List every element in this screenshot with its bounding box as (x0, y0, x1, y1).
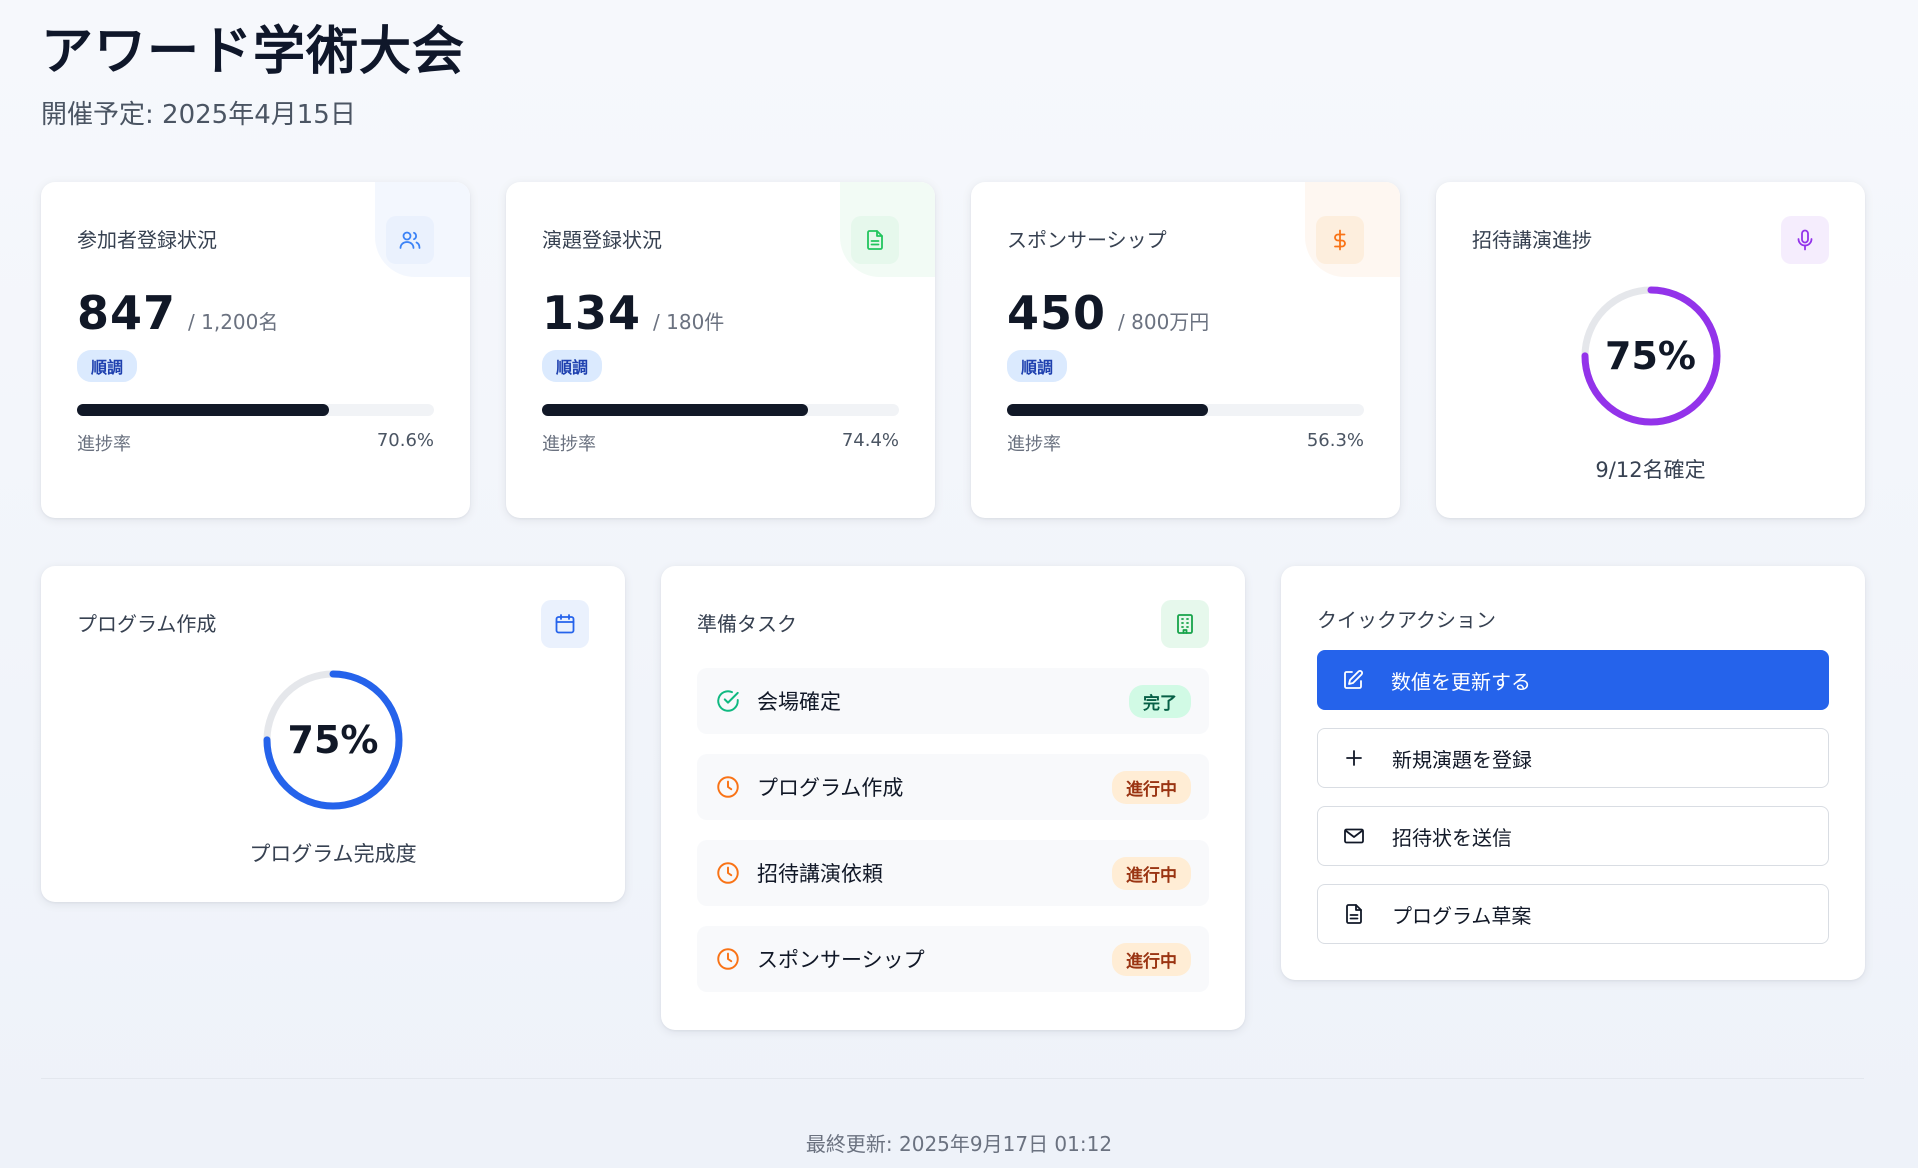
stat-value-row: 134 / 180件 (542, 286, 724, 340)
stat-total: / 180件 (653, 310, 725, 334)
progress-label: 進捗率 (542, 434, 596, 455)
participants-card: 参加者登録状況 847 / 1,200名 順調 進捗率 70.6% (41, 182, 470, 518)
stat-value: 134 (542, 286, 642, 340)
task-label: 招待講演依頼 (757, 862, 883, 886)
card-title: 招待講演進捗 (1472, 228, 1592, 252)
footer-divider (41, 1078, 1864, 1079)
update-values-button[interactable]: 数値を更新する (1317, 650, 1829, 710)
ring-percent: 75% (1605, 334, 1696, 378)
program-card: プログラム作成 75% プログラム完成度 (41, 566, 625, 902)
progress-percent: 56.3% (1306, 430, 1364, 451)
status-badge: 順調 (1007, 350, 1068, 382)
clock-icon (717, 948, 739, 970)
status-badge: 順調 (77, 350, 138, 382)
quick-actions-card: クイックアクション 数値を更新する 新規演題を登録 招待状を送信 プログラム草案 (1281, 566, 1865, 980)
calendar-icon (541, 600, 589, 648)
stat-value-row: 847 / 1,200名 (77, 286, 278, 340)
abstracts-card: 演題登録状況 134 / 180件 順調 進捗率 74.4% (506, 182, 935, 518)
stat-total: / 800万円 (1118, 310, 1210, 334)
button-label: 数値を更新する (1391, 669, 1531, 694)
page-header: アワード学術大会 開催予定: 2025年4月15日 (41, 18, 465, 131)
progress-bar-fill (77, 404, 330, 416)
progress-ring: 75% (261, 668, 405, 812)
last-updated: 最終更新: 2025年9月17日 01:12 (805, 1132, 1113, 1156)
status-badge: 完了 (1129, 684, 1191, 718)
sponsorship-card: スポンサーシップ 450 / 800万円 順調 進捗率 56.3% (971, 182, 1400, 518)
progress-percent: 70.6% (376, 430, 434, 451)
users-icon (386, 216, 434, 264)
program-progress-ring: 75% プログラム完成度 (41, 668, 625, 868)
card-title: 演題登録状況 (542, 228, 662, 252)
stat-total: / 1,200名 (188, 310, 279, 334)
status-badge: 進行中 (1112, 770, 1191, 804)
dollar-icon (1316, 216, 1364, 264)
progress-caption: 進捗率 70.6% (77, 430, 434, 456)
progress-ring: 75% (1579, 284, 1723, 428)
progress-bar (1007, 404, 1364, 416)
card-title: クイックアクション (1317, 608, 1496, 632)
button-label: 招待状を送信 (1392, 825, 1512, 850)
plus-icon (1346, 750, 1362, 766)
progress-caption: 進捗率 74.4% (542, 430, 899, 456)
dashboard-page: アワード学術大会 開催予定: 2025年4月15日 参加者登録状況 847 / … (0, 0, 1918, 1168)
card-title: 参加者登録状況 (77, 228, 217, 252)
edit-icon (1344, 670, 1363, 689)
card-title: 準備タスク (697, 612, 797, 636)
status-badge: 順調 (542, 350, 603, 382)
card-title: スポンサーシップ (1007, 228, 1167, 252)
button-label: 新規演題を登録 (1392, 747, 1532, 772)
task-label: 会場確定 (757, 690, 841, 714)
progress-bar (542, 404, 899, 416)
check-circle-icon (717, 690, 739, 712)
progress-bar (77, 404, 434, 416)
task-item[interactable]: スポンサーシップ 進行中 (697, 926, 1209, 992)
task-item[interactable]: 招待講演依頼 進行中 (697, 840, 1209, 906)
clock-icon (717, 862, 739, 884)
ring-percent: 75% (287, 718, 379, 762)
card-title: プログラム作成 (77, 612, 217, 636)
event-date: 開催予定: 2025年4月15日 (41, 100, 356, 130)
microphone-icon (1781, 216, 1829, 264)
progress-label: 進捗率 (1007, 434, 1061, 455)
invited-confirmed-count: 9/12名確定 (1595, 458, 1706, 482)
document-icon (851, 216, 899, 264)
task-label: スポンサーシップ (757, 948, 925, 972)
progress-caption: 進捗率 56.3% (1007, 430, 1364, 456)
progress-bar-fill (1007, 404, 1208, 416)
stat-value: 450 (1007, 286, 1107, 340)
building-icon (1161, 600, 1209, 648)
task-item[interactable]: 会場確定 完了 (697, 668, 1209, 734)
register-abstract-button[interactable]: 新規演題を登録 (1317, 728, 1829, 788)
progress-label: 進捗率 (77, 434, 131, 455)
status-badge: 進行中 (1112, 942, 1191, 976)
mail-icon (1344, 828, 1364, 844)
invited-progress-ring: 75% 9/12名確定 (1436, 284, 1865, 484)
tasks-card: 準備タスク 会場確定 完了 プログラム作成 進行中 招待講演依頼 進行中 スポン… (661, 566, 1245, 1030)
program-completion-label: プログラム完成度 (249, 842, 417, 866)
progress-percent: 74.4% (841, 430, 899, 451)
stat-value-row: 450 / 800万円 (1007, 286, 1209, 340)
invited-talks-card: 招待講演進捗 75% 9/12名確定 (1436, 182, 1865, 518)
task-item[interactable]: プログラム作成 進行中 (697, 754, 1209, 820)
task-label: プログラム作成 (757, 776, 904, 800)
progress-bar-fill (542, 404, 808, 416)
program-draft-button[interactable]: プログラム草案 (1317, 884, 1829, 944)
clock-icon (717, 776, 739, 798)
send-invitation-button[interactable]: 招待状を送信 (1317, 806, 1829, 866)
page-title: アワード学術大会 (41, 22, 466, 82)
button-label: プログラム草案 (1392, 903, 1532, 928)
status-badge: 進行中 (1112, 856, 1191, 890)
file-icon (1346, 904, 1362, 924)
stat-value: 847 (77, 286, 177, 340)
